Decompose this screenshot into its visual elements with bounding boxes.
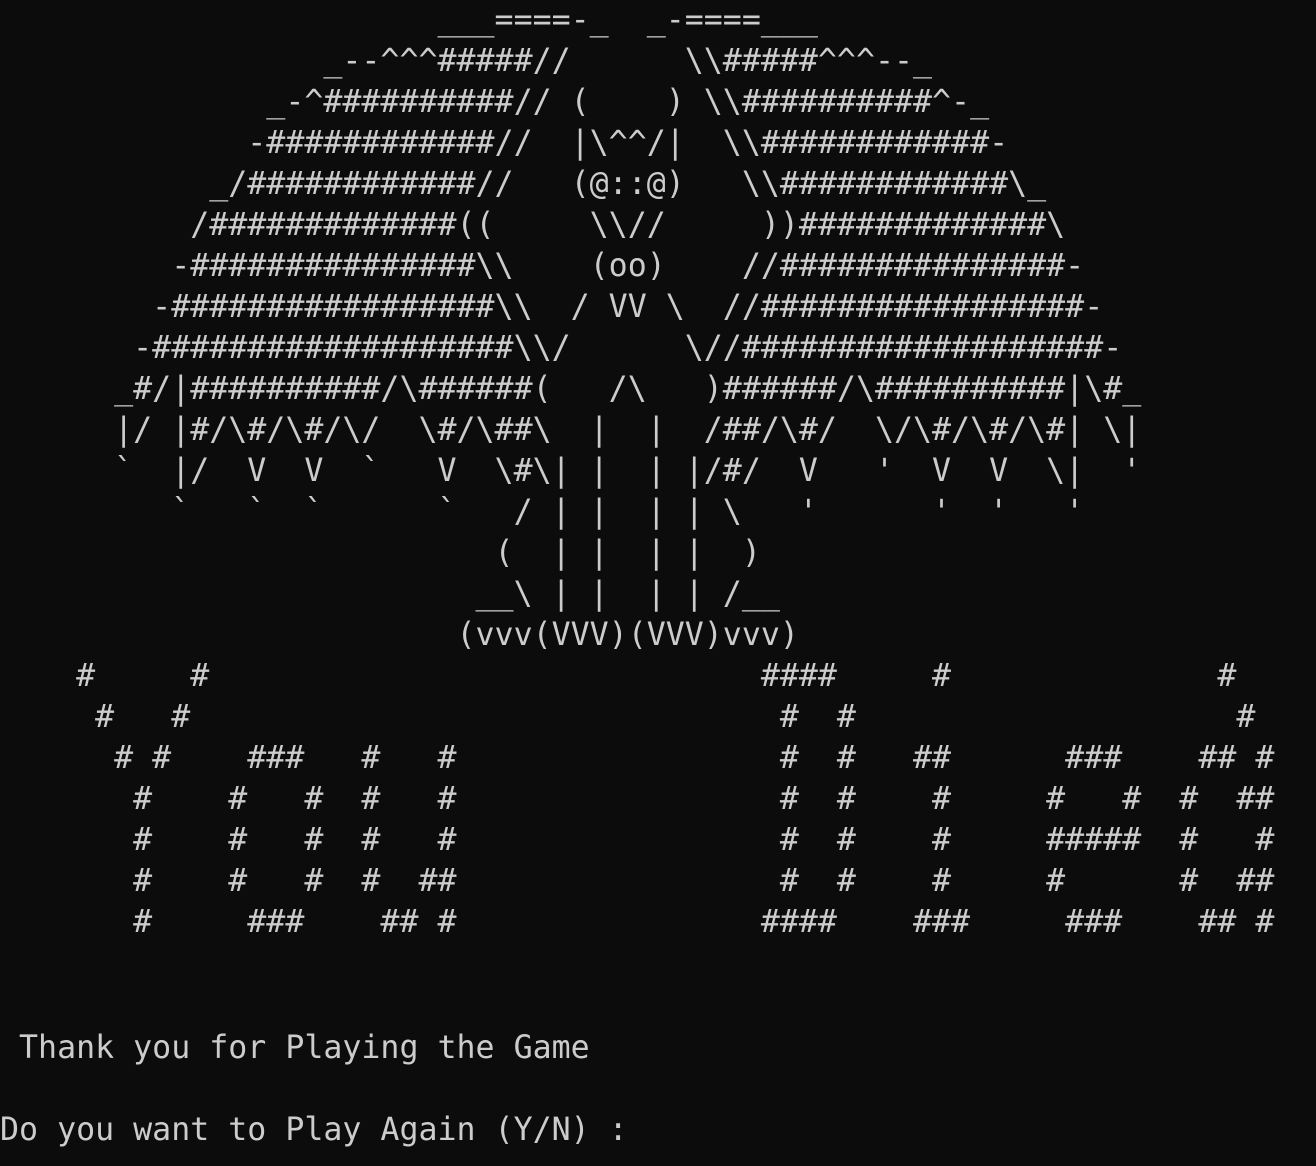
play-again-input[interactable] [647,1113,707,1149]
dragon-ascii-art: ___====-_ _-====___ _--^^^#####// \\####… [0,0,1274,943]
dragon-art-line: |/ |#/\#/\#/\/ \#/\##\ | | /##/\#/ \/\#/… [0,412,1142,448]
dragon-art-line: __\ | | | | /__ [0,576,780,612]
you-died-banner-line: # # ### # # # # ## ### ## # [0,740,1275,776]
you-died-banner-line: # # # # # [0,699,1256,735]
dragon-art-line: -###############\\ (oo) //##############… [0,248,1085,284]
dragon-art-line: _--^^^#####// \\#####^^^--_ [0,43,933,79]
dragon-art-line: _/############// (@::@) \\############\_ [0,166,1047,202]
dragon-art-line: /#############(( \\// ))#############\ [0,207,1066,243]
dragon-art-line: -############// |\^^/| \\############- [0,125,1009,161]
dragon-art-line: -#################\\ / VV \ //##########… [0,289,1104,325]
play-again-prompt: Do you want to Play Again (Y/N) : [0,1112,647,1148]
you-died-banner-line: # # # # # # # # # # # ## [0,781,1275,817]
you-died-banner-line: # ### ## # #### ### ### ## # [0,904,1275,940]
you-died-banner-line: # # #### # # [0,658,1237,694]
dragon-art-line: ___====-_ _-====___ [0,2,818,38]
thanks-message: Thank you for Playing the Game [0,1030,590,1066]
dragon-art-line: _#/|##########/\######( /\ )######/\####… [0,371,1142,407]
dragon-art-line: ` |/ V V ` V \#\| | | |/#/ V ' V V \| ' [0,453,1142,489]
dragon-art-line: ( | | | | ) [0,535,761,571]
dragon-art-line: -###################\\/ \//#############… [0,330,1123,366]
you-died-banner-line: # # # # # # # # ##### # # [0,822,1275,858]
console-window: ___====-_ _-====___ _--^^^#####// \\####… [0,0,1316,1166]
you-died-banner-line: # # # # ## # # # # # ## [0,863,1275,899]
dragon-art-line: (vvv(VVV)(VVV)vvv) [0,617,799,653]
dragon-art-line: ` ` ` ` / | | | | \ ' ' ' ' [0,494,1085,530]
dragon-art-line: _-^##########// ( ) \\##########^-_ [0,84,990,120]
play-again-prompt-row: Do you want to Play Again (Y/N) : [0,1110,707,1151]
